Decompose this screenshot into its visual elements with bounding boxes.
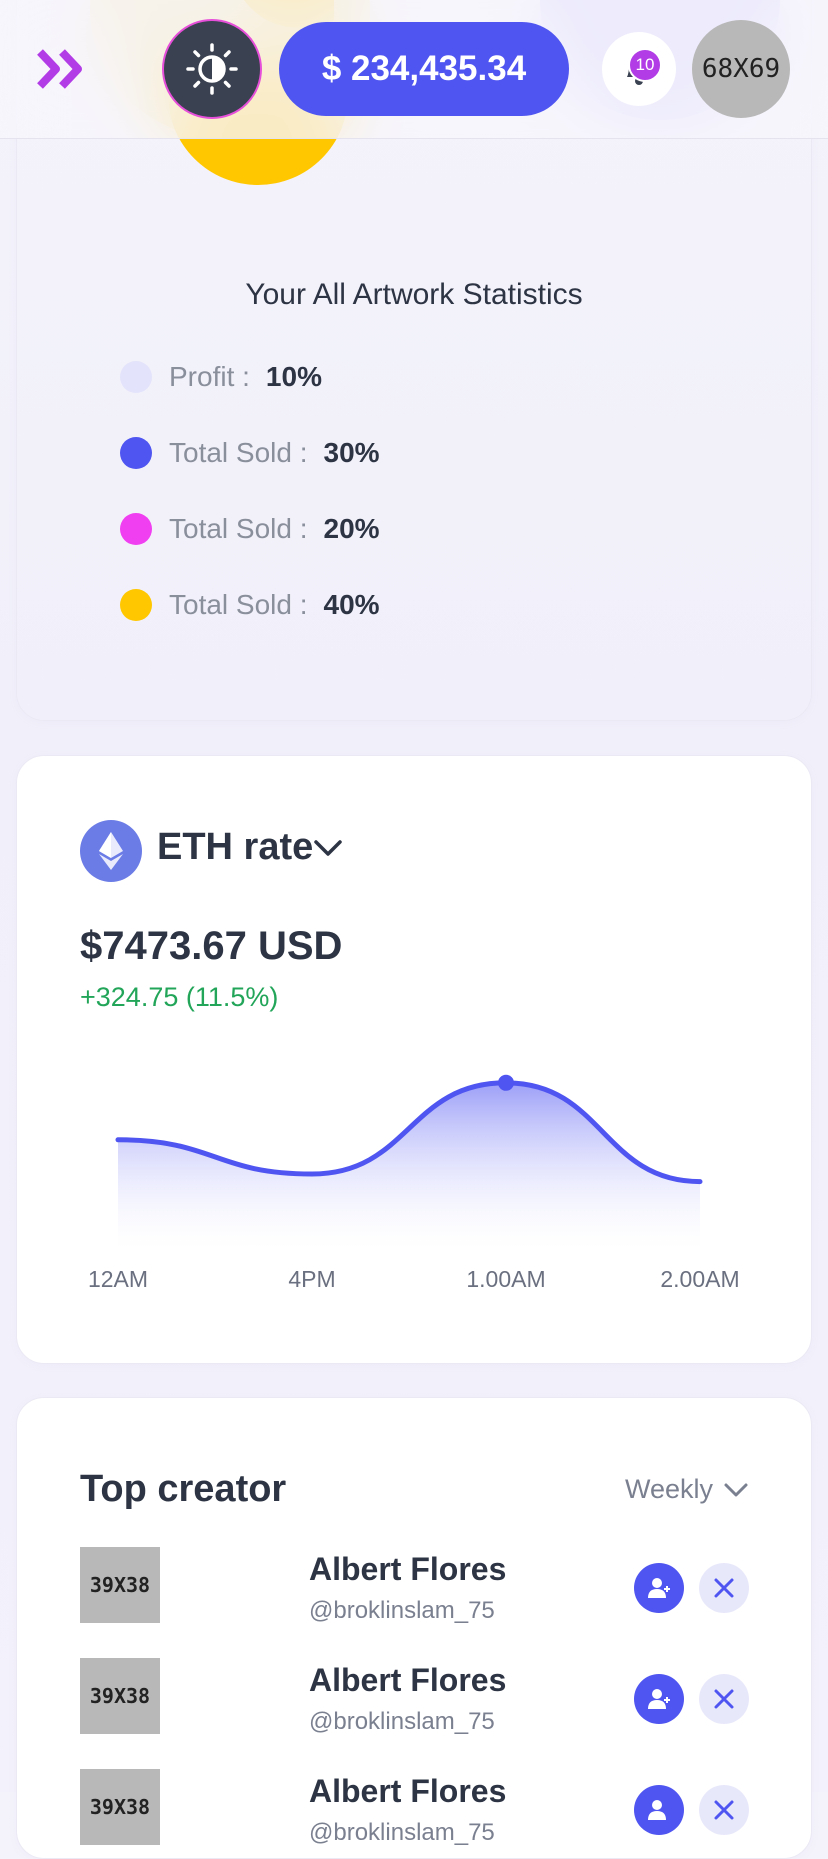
list-item: 39X38 Albert Flores @broklinslam_75 [80,1547,750,1625]
legend-value: 20% [324,513,380,545]
top-creator-title: Top creator [80,1468,286,1511]
legend-item-total-sold: Total Sold : 20% [120,513,380,545]
close-icon [713,1688,735,1710]
add-user-icon [645,1685,673,1713]
close-icon [713,1577,735,1599]
legend-value: 30% [324,437,380,469]
ethereum-icon [80,820,142,882]
eth-rate-chart: 12AM 4PM 1.00AM 2.00AM [70,1040,760,1300]
eth-rate-title[interactable]: ETH rate [157,826,313,869]
follow-button[interactable] [634,1785,684,1835]
creator-thumbnail: 39X38 [80,1658,160,1734]
creator-handle: @broklinslam_75 [309,1597,495,1625]
creator-handle: @broklinslam_75 [309,1819,495,1847]
double-chevron-right-icon[interactable] [36,48,92,90]
list-item: 39X38 Albert Flores @broklinslam_75 [80,1769,750,1847]
legend-dot [120,513,152,545]
creator-handle: @broklinslam_75 [309,1708,495,1736]
legend-label: Total Sold : [169,437,308,469]
top-header: $ 234,435.34 10 68X69 [0,0,828,139]
avatar[interactable]: 68X69 [692,20,790,118]
close-icon [713,1799,735,1821]
list-item: 39X38 Albert Flores @broklinslam_75 [80,1658,750,1736]
creator-name[interactable]: Albert Flores [309,1662,506,1699]
x-tick-label: 1.00AM [466,1266,545,1292]
eth-price: $7473.67 USD [80,924,342,969]
legend-item-profit: Profit : 10% [120,361,322,393]
artwork-statistics-title: Your All Artwork Statistics [0,278,828,312]
sun-moon-icon [185,42,239,96]
creator-thumbnail: 39X38 [80,1547,160,1623]
chevron-down-icon[interactable] [313,838,343,858]
x-tick-label: 2.00AM [660,1266,739,1292]
theme-toggle-button[interactable] [162,19,262,119]
x-tick-label: 12AM [88,1266,148,1292]
x-tick-label: 4PM [288,1266,335,1292]
remove-button[interactable] [699,1563,749,1613]
remove-button[interactable] [699,1674,749,1724]
legend-item-total-sold: Total Sold : 40% [120,589,380,621]
add-user-icon [645,1574,673,1602]
eth-price-change: +324.75 (11.5%) [80,982,278,1013]
follow-button[interactable] [634,1563,684,1613]
chevron-down-icon [723,1481,749,1499]
remove-button[interactable] [699,1785,749,1835]
legend-label: Profit : [169,361,250,393]
notification-button[interactable]: 10 [602,32,676,106]
chart-area [118,1083,700,1250]
creator-thumbnail: 39X38 [80,1769,160,1845]
creator-name[interactable]: Albert Flores [309,1551,506,1588]
legend-dot [120,589,152,621]
legend-dot [120,361,152,393]
legend-label: Total Sold : [169,589,308,621]
legend-item-total-sold: Total Sold : 30% [120,437,380,469]
follow-button[interactable] [634,1674,684,1724]
legend-value: 10% [266,361,322,393]
filter-label: Weekly [625,1474,713,1505]
legend-dot [120,437,152,469]
data-point[interactable] [498,1075,514,1091]
balance-button[interactable]: $ 234,435.34 [279,22,569,116]
notification-count-badge: 10 [628,48,662,82]
legend-value: 40% [324,589,380,621]
legend-label: Total Sold : [169,513,308,545]
weekly-filter-dropdown[interactable]: Weekly [625,1474,749,1505]
add-user-icon [645,1796,673,1824]
